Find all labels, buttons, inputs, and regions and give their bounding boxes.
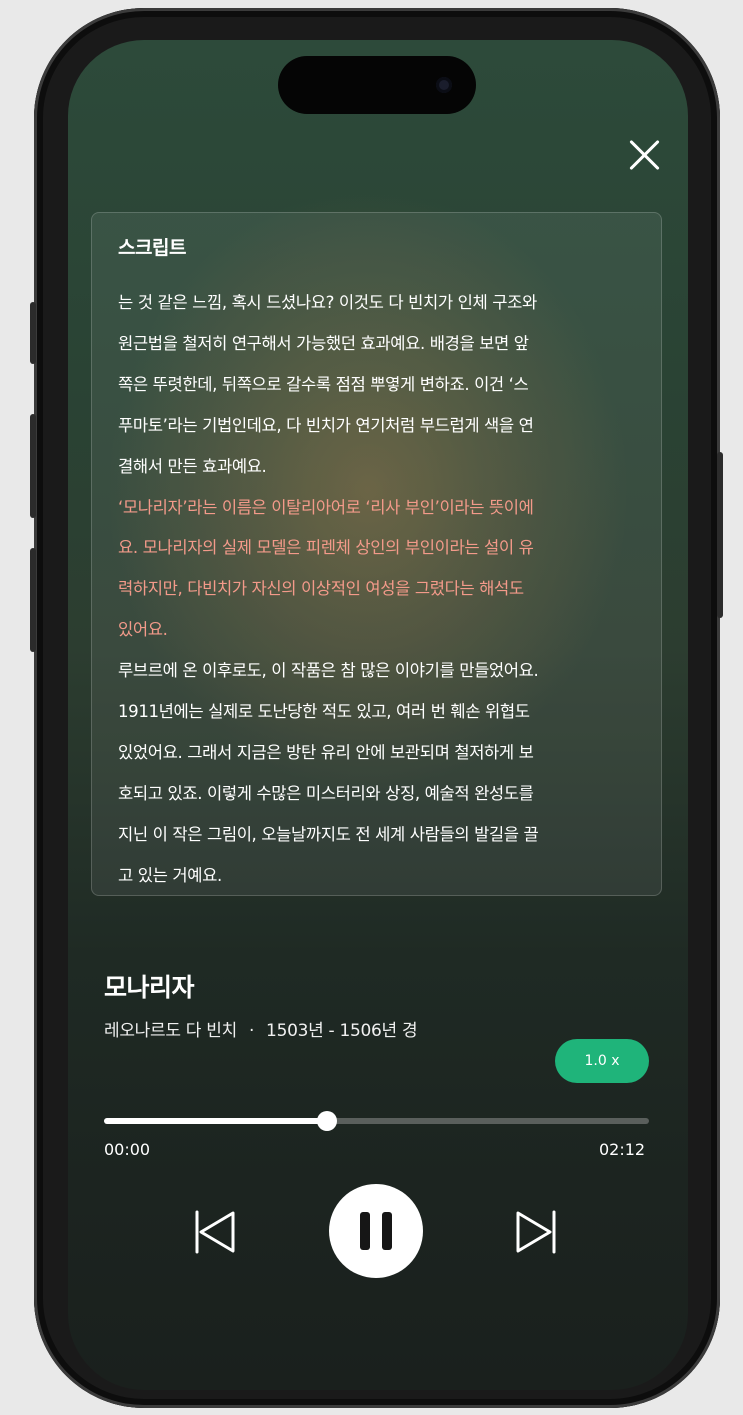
script-line: 고 있는 거예요. [118, 865, 222, 885]
track-meta: 레오나르도 다 빈치 · 1503년 - 1506년 경 [104, 1016, 418, 1041]
script-line: 는 것 같은 느낌, 혹시 드셨나요? 이것도 다 빈치가 인체 구조와 [118, 293, 537, 312]
skip-previous-icon[interactable] [193, 1210, 237, 1254]
script-line-current: ‘모나리자’라는 이름은 이탈리아어로 ‘리사 부인’이라는 뜻이에 [118, 497, 534, 517]
close-icon[interactable] [628, 138, 662, 172]
script-text: 는 것 같은 느낌, 혹시 드셨나요? 이것도 다 빈치가 인체 구조와 원근법… [118, 283, 638, 897]
current-time: 00:00 [104, 1140, 151, 1159]
track-period: 1503년 - 1506년 경 [266, 1021, 418, 1041]
track-title: 모나리자 [104, 973, 195, 1002]
volume-down-button [30, 548, 36, 652]
progress-knob[interactable] [317, 1111, 338, 1131]
pause-icon [360, 1212, 370, 1250]
progress-fill [104, 1118, 328, 1124]
script-title: 스크립트 [118, 237, 186, 259]
script-line: 1911년에는 실제로 도난당한 적도 있고, 여러 번 훼손 위협도 [118, 702, 530, 722]
script-line-current: 요. 모나리자의 실제 모델은 피렌체 상인의 부인이라는 설이 유 [118, 538, 534, 558]
player-screen: 스크립트 는 것 같은 느낌, 혹시 드셨나요? 이것도 다 빈치가 인체 구조… [68, 40, 688, 1390]
playback-speed-button[interactable]: 1.0 x [555, 1039, 649, 1083]
progress-bar[interactable] [104, 1111, 649, 1131]
script-line: 있었어요. 그래서 지금은 방탄 유리 안에 보관되며 철저하게 보 [118, 742, 534, 762]
camera-icon [436, 77, 452, 93]
meta-separator: · [248, 1021, 255, 1041]
script-line: 쪽은 뚜렷한데, 뒤쪽으로 갈수록 점점 뿌옇게 변하죠. 이건 ‘스 [118, 374, 529, 394]
script-line: 루브르에 온 이후로도, 이 작품은 참 많은 이야기를 만들었어요. [118, 661, 539, 681]
script-line-current: 있어요. [118, 620, 168, 640]
total-time: 02:12 [599, 1140, 646, 1159]
script-line: 원근법을 철저히 연구해서 가능했던 효과예요. 배경을 보면 앞 [118, 333, 529, 353]
script-line: 지닌 이 작은 그림이, 오늘날까지도 전 세계 사람들의 발길을 끌 [118, 824, 539, 844]
script-line: 호되고 있죠. 이렇게 수많은 미스터리와 상징, 예술적 완성도를 [118, 783, 534, 803]
skip-next-icon[interactable] [514, 1210, 558, 1254]
volume-up-button [30, 414, 36, 518]
script-line: 결해서 만든 효과예요. [118, 456, 267, 476]
dynamic-island [278, 56, 476, 114]
track-artist: 레오나르도 다 빈치 [104, 1021, 237, 1041]
mute-switch [30, 302, 36, 364]
script-line-current: 력하지만, 다빈치가 자신의 이상적인 여성을 그렸다는 해석도 [118, 579, 524, 599]
script-panel[interactable]: 스크립트 는 것 같은 느낌, 혹시 드셨나요? 이것도 다 빈치가 인체 구조… [91, 212, 662, 896]
pause-icon-bar [382, 1212, 392, 1250]
power-button [717, 452, 723, 618]
script-line: 푸마토’라는 기법인데요, 다 빈치가 연기처럼 부드럽게 색을 연 [118, 415, 534, 435]
play-pause-button[interactable] [329, 1184, 423, 1278]
